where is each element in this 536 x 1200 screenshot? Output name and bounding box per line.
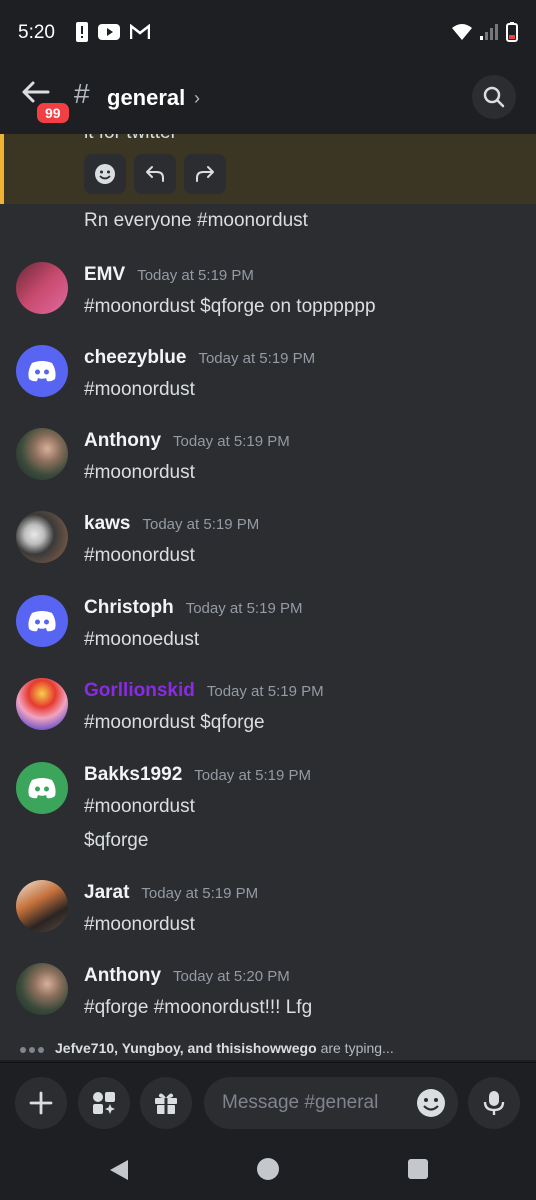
emoji-icon	[417, 1089, 445, 1117]
message-text: #moonoedust	[84, 629, 200, 650]
message-text: #moonordust	[84, 914, 195, 935]
username[interactable]: Bakks1992	[84, 764, 182, 786]
avatar[interactable]	[16, 345, 68, 397]
signal-icon	[480, 24, 498, 40]
message-composer: Message #general	[0, 1062, 536, 1143]
message-input-placeholder: Message #general	[222, 1092, 379, 1113]
timestamp: Today at 5:19 PM	[141, 885, 259, 902]
message-text: #moonordust	[84, 545, 195, 566]
add-attachment-button[interactable]	[15, 1077, 67, 1129]
discord-logo-icon	[28, 778, 56, 799]
message-text: #qforge #moonordust!!! Lfg	[84, 997, 313, 1018]
avatar[interactable]	[16, 262, 68, 314]
forward-icon	[196, 166, 214, 182]
discord-logo-icon	[28, 611, 56, 632]
username[interactable]: Jarat	[84, 882, 129, 904]
status-bar: 5:20	[0, 0, 536, 66]
reply-icon	[146, 166, 164, 182]
avatar[interactable]	[16, 762, 68, 814]
username[interactable]: kaws	[84, 513, 130, 535]
hash-icon: #	[74, 78, 90, 109]
quick-actions	[84, 154, 226, 194]
battery-icon	[506, 22, 518, 42]
message-text: it for twitter	[84, 134, 177, 144]
message-text-continued: $qforge	[84, 830, 149, 851]
discord-logo-icon	[28, 361, 56, 382]
add-reaction-button[interactable]	[84, 154, 126, 194]
youtube-icon	[98, 24, 120, 40]
system-icons	[452, 22, 518, 42]
message-input[interactable]: Message #general	[204, 1077, 458, 1129]
gmail-icon	[130, 24, 150, 39]
typing-names: Jefve710, Yungboy, and thisishowwego	[55, 1040, 317, 1056]
username[interactable]: Christoph	[84, 597, 174, 619]
voice-message-button[interactable]	[468, 1077, 520, 1129]
message-text: #moonordust $qforge	[84, 712, 265, 733]
nav-home-icon[interactable]	[257, 1158, 279, 1180]
plus-icon	[29, 1091, 53, 1115]
avatar[interactable]	[16, 678, 68, 730]
avatar[interactable]	[16, 595, 68, 647]
emoji-button[interactable]	[416, 1088, 446, 1124]
nav-back-icon[interactable]	[108, 1158, 130, 1182]
system-nav-bar	[0, 1142, 536, 1200]
timestamp: Today at 5:19 PM	[142, 516, 260, 533]
message-text: #moonordust $qforge on topppppp	[84, 296, 376, 317]
username[interactable]: Anthony	[84, 430, 161, 452]
mention-badge: 99	[34, 100, 72, 126]
typing-indicator: Jefve710, Yungboy, and thisishowwego are…	[20, 1040, 394, 1056]
alert-icon	[76, 22, 88, 42]
timestamp: Today at 5:19 PM	[198, 350, 316, 367]
avatar[interactable]	[16, 963, 68, 1015]
typing-suffix: are typing...	[320, 1040, 394, 1056]
message-text: #moonordust	[84, 796, 195, 817]
timestamp: Today at 5:19 PM	[185, 600, 303, 617]
reply-button[interactable]	[134, 154, 176, 194]
search-icon	[483, 86, 505, 108]
channel-title[interactable]: general	[107, 85, 185, 111]
apps-button[interactable]	[78, 1077, 130, 1129]
timestamp: Today at 5:19 PM	[194, 767, 311, 784]
username[interactable]: Gorllionskid	[84, 680, 195, 702]
username[interactable]: Anthony	[84, 965, 161, 987]
message-list[interactable]: it for twitter Rn everyone #moonordust E…	[0, 134, 536, 1060]
gift-icon	[155, 1093, 177, 1114]
gift-button[interactable]	[140, 1077, 192, 1129]
notification-icons	[76, 22, 150, 42]
nav-recents-icon[interactable]	[408, 1159, 428, 1179]
search-button[interactable]	[472, 75, 516, 119]
continuation-message: Rn everyone #moonordust	[84, 210, 308, 231]
emoji-icon	[95, 164, 115, 184]
avatar[interactable]	[16, 880, 68, 932]
wifi-icon	[452, 24, 472, 40]
forward-button[interactable]	[184, 154, 226, 194]
status-time: 5:20	[18, 22, 55, 43]
chevron-right-icon[interactable]: ›	[194, 88, 200, 109]
message-text: #moonordust	[84, 462, 195, 483]
typing-dots-icon	[20, 1040, 47, 1056]
username[interactable]: cheezyblue	[84, 347, 186, 369]
highlighted-message[interactable]: it for twitter	[0, 134, 536, 204]
timestamp: Today at 5:20 PM	[173, 968, 290, 985]
avatar[interactable]	[16, 428, 68, 480]
timestamp: Today at 5:19 PM	[173, 433, 290, 450]
avatar[interactable]	[16, 511, 68, 563]
timestamp: Today at 5:19 PM	[137, 267, 254, 284]
channel-header: 99 # general ›	[0, 66, 536, 135]
message-text: #moonordust	[84, 379, 195, 400]
microphone-icon	[483, 1091, 505, 1115]
timestamp: Today at 5:19 PM	[206, 683, 324, 700]
apps-icon	[93, 1092, 115, 1114]
username[interactable]: EMV	[84, 264, 125, 286]
